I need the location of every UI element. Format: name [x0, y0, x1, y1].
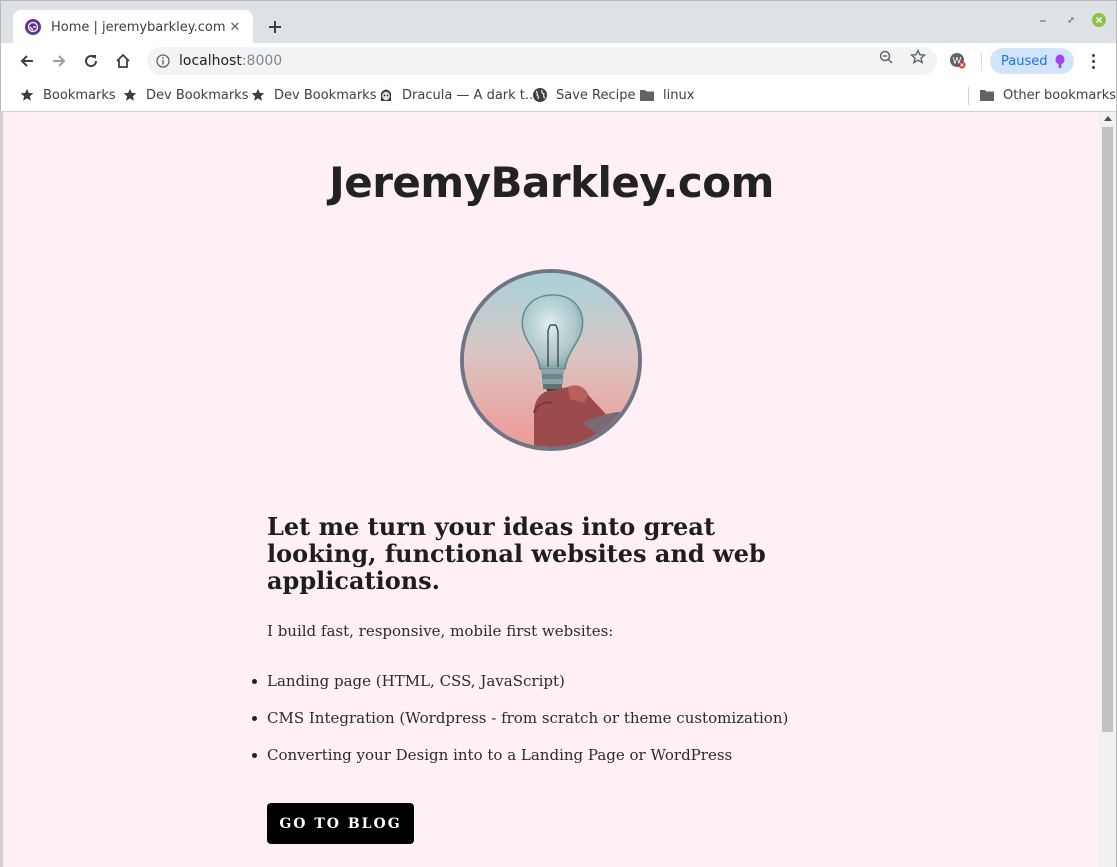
page-viewport: JeremyBarkley.com Let me turn your ideas… [0, 112, 1117, 867]
url-port: :8000 [241, 53, 283, 69]
bookmark-label: Bookmarks [43, 87, 116, 103]
address-bar[interactable]: localhost:8000 [147, 47, 937, 75]
bookmark-label: Dracula — A dark t... [402, 87, 538, 103]
url-text: localhost:8000 [179, 53, 282, 69]
features-list: Landing page (HTML, CSS, JavaScript) CMS… [252, 670, 827, 781]
reload-icon[interactable] [79, 49, 103, 73]
bookmark-label: linux [663, 87, 695, 103]
bookmark-item[interactable]: Dev Bookmarks [122, 85, 248, 105]
profile-button[interactable]: Paused [990, 48, 1074, 74]
bookmark-label: Other bookmarks [1003, 87, 1117, 103]
url-host: localhost [179, 53, 242, 69]
window-close-icon[interactable] [1092, 13, 1106, 27]
bookmark-item[interactable]: Dev Bookmarks [250, 85, 376, 105]
zoom-icon[interactable] [878, 49, 894, 65]
minimize-icon[interactable] [1036, 13, 1050, 27]
back-icon[interactable] [15, 49, 39, 73]
main-content: Let me turn your ideas into great lookin… [252, 512, 827, 781]
list-item: CMS Integration (Wordpress - from scratc… [252, 707, 827, 744]
intro-text: I build fast, responsive, mobile first w… [267, 622, 614, 640]
toolbar-divider [981, 53, 982, 71]
list-item: Converting your Design into to a Landing… [252, 744, 827, 781]
star-icon [19, 87, 35, 103]
globe-icon [532, 87, 548, 103]
bookmark-label: Dev Bookmarks [146, 87, 249, 103]
bookmarks-divider [968, 87, 969, 105]
gatsby-favicon-icon [25, 19, 41, 35]
folder-icon [639, 87, 655, 103]
browser-menu-icon[interactable] [1083, 50, 1103, 72]
forward-icon[interactable] [47, 49, 71, 73]
tab-title: Home | jeremybarkley.com [51, 19, 226, 35]
star-icon [250, 87, 266, 103]
bookmark-label: Dev Bookmarks [274, 87, 377, 103]
browser-tab[interactable]: Home | jeremybarkley.com ✕ [13, 10, 253, 44]
site-info-icon[interactable] [155, 53, 171, 69]
list-item: Landing page (HTML, CSS, JavaScript) [252, 670, 827, 707]
folder-icon [979, 87, 995, 103]
dracula-icon [378, 87, 394, 103]
scrollbar-thumb[interactable] [1102, 127, 1113, 732]
lightbulb-hand-image [464, 273, 638, 447]
bookmarks-bar: Bookmarks Dev Bookmarks Dev Bookmarks Dr… [0, 79, 1117, 112]
avatar-icon [1052, 53, 1068, 69]
extension-icon[interactable]: W [949, 52, 967, 70]
browser-toolbar: localhost:8000 W Paused [0, 43, 1117, 79]
bookmark-star-icon[interactable] [910, 49, 926, 65]
scroll-up-arrow-icon[interactable] [1104, 116, 1112, 121]
hero-image [460, 269, 642, 451]
star-icon [122, 87, 138, 103]
window-controls [1036, 13, 1106, 27]
tab-close-icon[interactable]: ✕ [227, 19, 243, 35]
headline: Let me turn your ideas into great lookin… [267, 512, 766, 595]
tab-strip: Home | jeremybarkley.com ✕ [0, 0, 1117, 44]
other-bookmarks-folder[interactable]: Other bookmarks [979, 85, 1116, 105]
profile-status: Paused [1001, 53, 1048, 69]
bookmark-item[interactable]: Bookmarks [19, 85, 116, 105]
bookmark-item[interactable]: Dracula — A dark t... [378, 85, 537, 105]
home-icon[interactable] [111, 49, 135, 73]
bookmark-label: Save Recipe [556, 87, 636, 103]
vertical-scrollbar[interactable] [1099, 112, 1116, 867]
go-to-blog-button[interactable]: GO TO BLOG [267, 803, 414, 844]
site-title[interactable]: JeremyBarkley.com [3, 158, 1100, 207]
bookmark-item[interactable]: Save Recipe [532, 85, 636, 105]
bookmark-folder[interactable]: linux [639, 85, 694, 105]
new-tab-icon[interactable] [263, 15, 287, 39]
restore-icon[interactable] [1064, 13, 1078, 27]
